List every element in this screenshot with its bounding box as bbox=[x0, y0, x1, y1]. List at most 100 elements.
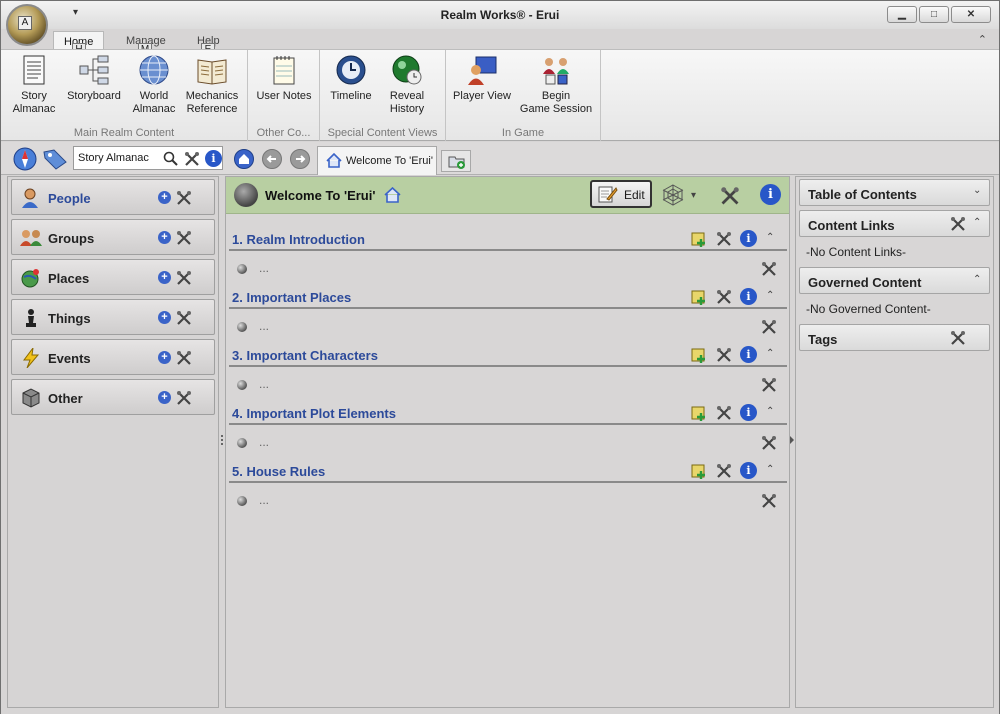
add-icon[interactable]: + bbox=[158, 391, 171, 404]
collapse-icon[interactable]: ⌃ bbox=[766, 464, 774, 475]
tools-icon[interactable] bbox=[176, 230, 192, 246]
storyboard-button[interactable]: Storyboard bbox=[63, 54, 125, 103]
add-icon[interactable]: + bbox=[158, 191, 171, 204]
new-tab-button[interactable] bbox=[441, 150, 471, 172]
reveal-history-button[interactable]: Reveal History bbox=[382, 54, 432, 116]
tools-icon[interactable] bbox=[184, 151, 200, 167]
section-title[interactable]: 2. Important Places bbox=[232, 290, 351, 305]
tag-icon[interactable] bbox=[42, 148, 68, 170]
user-notes-button[interactable]: User Notes bbox=[254, 54, 314, 103]
tools-icon[interactable] bbox=[176, 270, 192, 286]
add-icon[interactable]: + bbox=[158, 271, 171, 284]
info-icon[interactable]: i bbox=[760, 184, 781, 205]
tools-icon[interactable] bbox=[761, 435, 777, 451]
category-things[interactable]: Things + bbox=[11, 299, 215, 335]
add-snippet-icon[interactable] bbox=[691, 463, 707, 479]
tools-icon[interactable] bbox=[716, 289, 732, 305]
snippet-content[interactable]: ... bbox=[259, 319, 269, 333]
search-input[interactable]: Story Almanac bbox=[73, 146, 223, 170]
snippet-row: ... bbox=[229, 374, 787, 396]
tools-icon[interactable] bbox=[761, 319, 777, 335]
back-button[interactable] bbox=[262, 149, 282, 169]
collapse-icon[interactable]: ⌃ bbox=[766, 290, 774, 301]
compass-icon[interactable] bbox=[13, 147, 39, 171]
story-almanac-button[interactable]: Story Almanac bbox=[9, 54, 59, 116]
tab-welcome-to-erui[interactable]: Welcome To 'Erui' bbox=[317, 146, 437, 175]
governed-content-header[interactable]: Governed Content ⌃ bbox=[799, 267, 990, 294]
add-snippet-icon[interactable] bbox=[691, 347, 707, 363]
section-title[interactable]: 4. Important Plot Elements bbox=[232, 406, 396, 421]
info-icon[interactable]: i bbox=[740, 462, 757, 479]
section-title[interactable]: 3. Important Characters bbox=[232, 348, 378, 363]
add-icon[interactable]: + bbox=[158, 351, 171, 364]
table-of-contents-header[interactable]: Table of Contents ⌄ bbox=[799, 179, 990, 206]
snippet-content[interactable]: ... bbox=[259, 435, 269, 449]
snippet-content[interactable]: ... bbox=[259, 493, 269, 507]
info-icon[interactable]: i bbox=[205, 150, 222, 167]
application-menu-button[interactable]: A bbox=[6, 4, 48, 46]
add-snippet-icon[interactable] bbox=[691, 289, 707, 305]
mechanics-reference-button[interactable]: Mechanics Reference bbox=[183, 54, 241, 116]
chevron-down-icon[interactable]: ⌄ bbox=[973, 185, 981, 196]
edit-button[interactable]: Edit bbox=[590, 180, 652, 208]
info-icon[interactable]: i bbox=[740, 230, 757, 247]
section-header[interactable]: 4. Important Plot Elements i ⌃ bbox=[229, 401, 787, 425]
right-splitter[interactable] bbox=[790, 176, 794, 708]
tools-icon[interactable] bbox=[761, 377, 777, 393]
spider-web-icon[interactable] bbox=[660, 183, 686, 207]
left-splitter[interactable] bbox=[220, 176, 224, 708]
tools-icon[interactable] bbox=[761, 493, 777, 509]
maximize-button[interactable]: □ bbox=[919, 6, 949, 23]
tools-icon[interactable] bbox=[716, 405, 732, 421]
category-people[interactable]: People + bbox=[11, 179, 215, 215]
add-icon[interactable]: + bbox=[158, 311, 171, 324]
world-almanac-button[interactable]: World Almanac bbox=[129, 54, 179, 116]
tools-icon[interactable] bbox=[176, 350, 192, 366]
info-icon[interactable]: i bbox=[740, 288, 757, 305]
player-view-button[interactable]: Player View bbox=[452, 54, 512, 103]
section-header[interactable]: 3. Important Characters i ⌃ bbox=[229, 343, 787, 367]
snippet-content[interactable]: ... bbox=[259, 261, 269, 275]
category-events[interactable]: Events + bbox=[11, 339, 215, 375]
collapse-ribbon-button[interactable]: ⌃ bbox=[978, 33, 987, 46]
category-other[interactable]: Other + bbox=[11, 379, 215, 415]
search-icon[interactable] bbox=[163, 151, 178, 166]
content-links-header[interactable]: Content Links ⌃ bbox=[799, 210, 990, 237]
forward-button[interactable] bbox=[290, 149, 310, 169]
info-icon[interactable]: i bbox=[740, 346, 757, 363]
section-header[interactable]: 2. Important Places i ⌃ bbox=[229, 285, 787, 309]
info-icon[interactable]: i bbox=[740, 404, 757, 421]
add-icon[interactable]: + bbox=[158, 231, 171, 244]
minimize-button[interactable]: ▁ bbox=[887, 6, 917, 23]
tools-icon[interactable] bbox=[950, 330, 966, 346]
tools-icon[interactable] bbox=[716, 231, 732, 247]
tags-header[interactable]: Tags bbox=[799, 324, 990, 351]
timeline-button[interactable]: Timeline bbox=[326, 54, 376, 103]
begin-game-session-button[interactable]: Begin Game Session bbox=[518, 54, 594, 116]
collapse-icon[interactable]: ⌃ bbox=[766, 232, 774, 243]
add-snippet-icon[interactable] bbox=[691, 405, 707, 421]
tools-icon[interactable] bbox=[716, 463, 732, 479]
section-title[interactable]: 5. House Rules bbox=[232, 464, 325, 479]
add-snippet-icon[interactable] bbox=[691, 231, 707, 247]
section-header[interactable]: 5. House Rules i ⌃ bbox=[229, 459, 787, 483]
category-groups[interactable]: Groups + bbox=[11, 219, 215, 255]
tools-icon[interactable] bbox=[761, 261, 777, 277]
collapse-icon[interactable]: ⌃ bbox=[973, 274, 981, 285]
close-button[interactable]: ✕ bbox=[951, 6, 991, 23]
collapse-icon[interactable]: ⌃ bbox=[766, 406, 774, 417]
collapse-icon[interactable]: ⌃ bbox=[766, 348, 774, 359]
tools-icon[interactable] bbox=[720, 186, 740, 206]
tools-icon[interactable] bbox=[176, 310, 192, 326]
tools-icon[interactable] bbox=[950, 216, 966, 232]
tools-icon[interactable] bbox=[176, 190, 192, 206]
tools-icon[interactable] bbox=[176, 390, 192, 406]
collapse-icon[interactable]: ⌃ bbox=[973, 217, 981, 228]
section-header[interactable]: 1. Realm Introduction i ⌃ bbox=[229, 227, 787, 251]
snippet-content[interactable]: ... bbox=[259, 377, 269, 391]
tools-icon[interactable] bbox=[716, 347, 732, 363]
home-button[interactable] bbox=[234, 149, 254, 169]
chevron-down-icon[interactable]: ▾ bbox=[691, 190, 696, 201]
section-title[interactable]: 1. Realm Introduction bbox=[232, 232, 365, 247]
category-places[interactable]: Places + bbox=[11, 259, 215, 295]
